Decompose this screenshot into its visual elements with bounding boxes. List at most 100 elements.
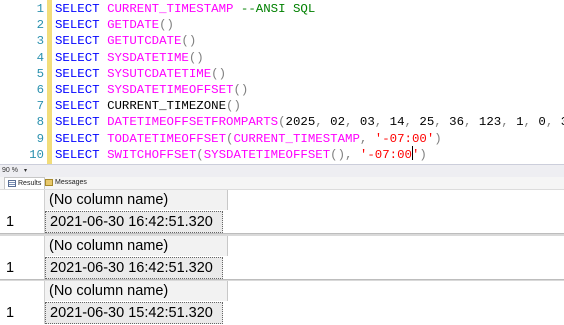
line-number: 9: [36, 131, 44, 146]
code-text: SELECT CURRENT_TIMEZONE(): [55, 98, 241, 114]
code-token: 14: [389, 115, 405, 130]
code-token: GETDATE: [107, 18, 160, 33]
column-header[interactable]: (No column name): [45, 190, 228, 210]
code-token: ): [434, 131, 442, 146]
line-number: 2: [36, 18, 44, 33]
code-token: ,: [501, 115, 517, 130]
code-token: ,: [434, 115, 450, 130]
code-text: SELECT GETUTCDATE(): [55, 33, 196, 49]
code-token: ,: [523, 115, 539, 130]
tab-results[interactable]: Results: [4, 177, 46, 189]
code-text: SELECT TODATETIMEOFFSET(CURRENT_TIMESTAM…: [55, 131, 442, 147]
code-line[interactable]: 9 SELECT TODATETIMEOFFSET(CURRENT_TIMESTA…: [0, 131, 564, 147]
row-number[interactable]: 1: [6, 303, 14, 323]
code-token: SELECT: [55, 18, 108, 33]
line-number: 8: [36, 115, 44, 130]
query-editor[interactable]: 1 SELECT CURRENT_TIMESTAMP --ANSI SQL 2 SEL…: [0, 0, 564, 164]
code-token: SYSUTCDATETIME: [107, 66, 212, 81]
code-token: SYSDATETIME: [107, 50, 189, 65]
code-text: SELECT SWITCHOFFSET(SYSDATETIMEOFFSET(),…: [55, 147, 427, 163]
code-token: (): [181, 34, 197, 49]
code-token: (: [196, 147, 204, 162]
line-number: 5: [36, 66, 44, 81]
code-token: 03: [359, 115, 375, 130]
code-token: 2025: [285, 115, 316, 130]
code-token: ,: [345, 115, 360, 130]
code-token: ,: [404, 115, 420, 130]
code-token: SELECT: [55, 147, 108, 162]
code-line[interactable]: 4 SELECT SYSDATETIME(): [0, 50, 564, 66]
code-token: SWITCHOFFSET: [107, 147, 197, 162]
code-token: (): [159, 18, 174, 33]
line-number: 6: [36, 83, 44, 97]
code-token: '-07:00': [374, 131, 435, 146]
code-line[interactable]: 5 SELECT SYSUTCDATETIME(): [0, 66, 564, 82]
code-token: (): [233, 83, 249, 97]
code-token: ,: [545, 115, 561, 130]
row-number[interactable]: 1: [6, 258, 14, 278]
tab-messages-label: Messages: [55, 179, 87, 186]
code-text: SELECT SYSDATETIMEOFFSET(): [55, 82, 248, 98]
code-token: SELECT: [55, 83, 108, 97]
code-token: --ANSI SQL: [240, 2, 316, 16]
line-number: 4: [36, 50, 44, 65]
code-token: CURRENT_TIMESTAMP: [107, 2, 234, 16]
code-token: CURRENT_TIMESTAMP: [233, 131, 360, 146]
code-line[interactable]: 2 SELECT GETDATE(): [0, 17, 564, 33]
result-cell[interactable]: 2021-06-30 15:42:51.320: [45, 302, 223, 324]
code-token: SELECT: [55, 131, 108, 146]
code-token: 02: [330, 115, 346, 130]
code-token: ,: [315, 115, 331, 130]
results-tab-bar: Results Messages: [0, 177, 564, 190]
result-grid-2[interactable]: (No column name) 1 2021-06-30 16:42:51.3…: [0, 236, 564, 280]
code-token: SELECT: [55, 34, 108, 49]
code-token: CURRENT_TIMEZONE: [107, 99, 227, 114]
code-text: SELECT SYSDATETIME(): [55, 50, 204, 66]
code-token: TODATETIMEOFFSET: [107, 131, 227, 146]
code-text: SELECT SYSUTCDATETIME(): [55, 66, 226, 82]
code-line[interactable]: 3 SELECT GETUTCDATE(): [0, 33, 564, 49]
code-token: SELECT: [55, 50, 108, 65]
text-cursor: [412, 146, 413, 160]
line-number: 3: [36, 34, 44, 49]
column-header[interactable]: (No column name): [45, 281, 228, 301]
code-token: SELECT: [55, 99, 108, 114]
code-line[interactable]: 7 SELECT CURRENT_TIMEZONE(): [0, 98, 564, 114]
zoom-bar: 90 % ▾: [0, 164, 564, 178]
tab-messages[interactable]: Messages: [42, 177, 90, 189]
line-number: 7: [36, 99, 44, 114]
result-grid-1[interactable]: (No column name) 1 2021-06-30 16:42:51.3…: [0, 190, 564, 234]
line-number: 1: [36, 2, 44, 16]
message-icon: [45, 178, 53, 186]
chevron-down-icon[interactable]: ▾: [24, 165, 27, 177]
code-token: SYSDATETIMEOFFSET: [107, 83, 234, 97]
code-text: SELECT DATETIMEOFFSETFROMPARTS(2025, 02,…: [55, 114, 564, 130]
code-token: 0: [538, 115, 546, 130]
code-token: SYSDATETIMEOFFSET: [203, 147, 331, 162]
code-token: '-07:00': [359, 147, 420, 162]
column-header[interactable]: (No column name): [45, 236, 228, 256]
result-cell[interactable]: 2021-06-30 16:42:51.320: [45, 257, 223, 279]
code-token: 1: [516, 115, 524, 130]
code-token: SELECT: [55, 2, 108, 16]
result-cell[interactable]: 2021-06-30 16:42:51.320: [45, 211, 223, 233]
code-token: ): [419, 147, 427, 162]
line-number: 10: [29, 147, 44, 162]
code-line[interactable]: 1 SELECT CURRENT_TIMESTAMP --ANSI SQL: [0, 1, 564, 17]
code-token: ,: [464, 115, 479, 130]
code-token: 36: [449, 115, 465, 130]
result-grid-3[interactable]: (No column name) 1 2021-06-30 15:42:51.3…: [0, 281, 564, 325]
code-token: (): [226, 99, 241, 114]
code-token: ,: [374, 115, 390, 130]
code-line[interactable]: 10 SELECT SWITCHOFFSET(SYSDATETIMEOFFSET(…: [0, 147, 564, 163]
code-token: DATETIMEOFFSETFROMPARTS: [107, 115, 279, 130]
code-line[interactable]: 8 SELECT DATETIMEOFFSETFROMPARTS(2025, 02…: [0, 114, 564, 130]
code-token: SELECT: [55, 115, 108, 130]
code-line[interactable]: 6 SELECT SYSDATETIMEOFFSET(): [0, 82, 564, 98]
grid-icon: [8, 179, 16, 187]
code-token: ,: [359, 131, 375, 146]
row-number[interactable]: 1: [6, 212, 14, 232]
code-token: 25: [419, 115, 435, 130]
code-text: SELECT CURRENT_TIMESTAMP --ANSI SQL: [55, 1, 315, 17]
